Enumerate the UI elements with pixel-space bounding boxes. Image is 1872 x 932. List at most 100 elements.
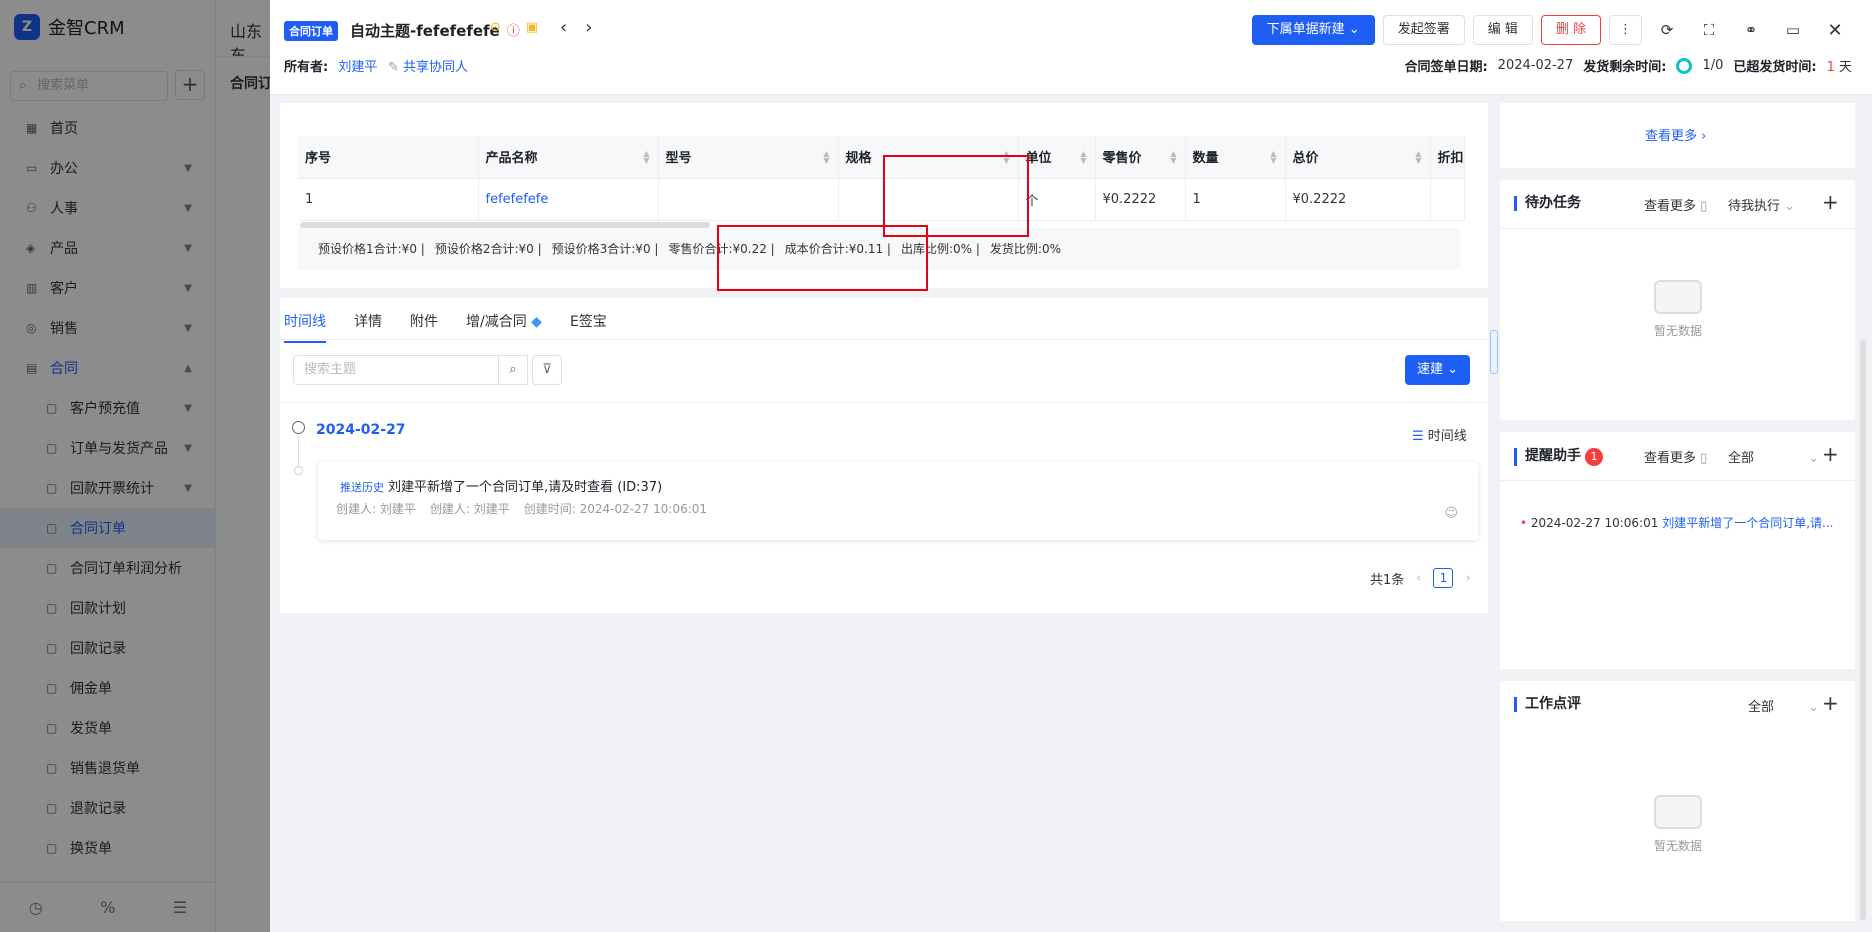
edit-button[interactable]: 编 辑	[1472, 15, 1533, 45]
page-scrollbar[interactable]	[1860, 340, 1866, 920]
next-record-icon[interactable]: ›	[585, 17, 592, 38]
cell-quantity: 1	[1185, 178, 1286, 221]
todo-filter-select[interactable]: 待我执行 ⌄	[1728, 195, 1795, 214]
book-icon: ▯	[1700, 451, 1708, 466]
alert-icon[interactable]: ⓘ	[507, 20, 520, 39]
tab-bar: 时间线 详情 附件 增/减合同 ◆ E签宝	[284, 311, 607, 343]
dock-icon[interactable]: ▭	[1776, 21, 1810, 39]
timeline-card	[280, 298, 1488, 613]
tab-details[interactable]: 详情	[354, 311, 382, 343]
timeline-view-toggle[interactable]: ☰ 时间线	[1412, 425, 1467, 444]
collapse-handle[interactable]	[1490, 330, 1498, 374]
empty-box-icon	[1654, 280, 1702, 314]
cell-retail-price: ¥0.2222	[1095, 178, 1186, 221]
chevron-down-icon: ⌄	[1808, 700, 1820, 715]
overdue-unit: 天	[1838, 60, 1852, 75]
col-header[interactable]: 折扣	[1430, 136, 1465, 179]
review-filter-label: 全部	[1748, 700, 1775, 715]
prev-page-icon[interactable]: ‹	[1416, 571, 1421, 586]
review-filter-select[interactable]: 全部 ⌄	[1748, 696, 1819, 715]
record-title: 自动主题-fefefefefe	[350, 22, 500, 40]
drawer-header: 合同订单 自动主题-fefefefefe ⊙ ⓘ ▣ ‹ › 所有者: 刘建平 …	[270, 0, 1872, 95]
todo-title: 待办任务	[1514, 196, 1581, 211]
col-header[interactable]: 序号	[298, 136, 479, 179]
next-page-icon[interactable]: ›	[1465, 571, 1470, 586]
star-icon[interactable]: ⊙	[490, 20, 501, 39]
product-table: 序号 产品名称 ▲ ▼ 型号 ▲ ▼ 规格 ▲ ▼ 单位 ▲ ▼ 零售价 ▲ ▼ 数量 ▲ ▼ 总价 ▲ ▼…	[298, 136, 1465, 221]
entry-creator: 创建人: 刘建平	[429, 502, 510, 516]
reminder-filter-select[interactable]: 全部 ⌄	[1728, 447, 1819, 466]
emoji-icon[interactable]: ☺	[1444, 506, 1458, 521]
owner-info: 所有者: 刘建平	[284, 56, 377, 75]
start-sign-button[interactable]: 发起签署	[1382, 15, 1465, 45]
owner-link[interactable]: 刘建平	[338, 60, 377, 75]
todo-more-label: 查看更多	[1644, 199, 1697, 214]
todo-view-more[interactable]: 查看更多 ▯	[1644, 195, 1707, 214]
cell-product-name-link[interactable]: fefefefefe	[478, 178, 659, 221]
reminder-view-more[interactable]: 查看更多 ▯	[1644, 447, 1707, 466]
quick-create-label: 速建	[1417, 362, 1444, 377]
bullet-icon: •	[1520, 516, 1528, 530]
record-type-tag: 合同订单	[284, 21, 338, 41]
filter-icon[interactable]: ⊽	[532, 355, 562, 385]
share-collaborators-link[interactable]: ✎ 共享协同人	[388, 56, 468, 75]
note-icon[interactable]: ▣	[526, 20, 538, 39]
cell-index: 1	[298, 178, 479, 221]
col-header-label: 折扣	[1437, 151, 1464, 167]
add-review-icon[interactable]: +	[1822, 691, 1839, 715]
search-icon[interactable]: ⌕	[498, 355, 528, 385]
summary-row: 预设价格1合计:¥0 | 预设价格2合计:¥0 | 预设价格3合计:¥0 | 零…	[318, 240, 1061, 257]
sort-icon[interactable]: ▲ ▼	[823, 150, 829, 165]
new-sub-record-label: 下属单据新建	[1266, 22, 1345, 37]
sign-date-value: 2024-02-27	[1497, 58, 1574, 73]
tab-contract-change[interactable]: 增/减合同 ◆	[466, 311, 542, 343]
review-title: 工作点评	[1514, 697, 1581, 712]
entry-text: 刘建平新增了一个合同订单,请及时查看 (ID:37)	[388, 480, 663, 495]
timeline-entry[interactable]: 推送历史 刘建平新增了一个合同订单,请及时查看 (ID:37) 创建人: 刘建平 …	[318, 462, 1478, 540]
reminder-time: 2024-02-27 10:06:01	[1530, 516, 1659, 530]
tab-attachments[interactable]: 附件	[410, 311, 438, 343]
reminder-item[interactable]: • 2024-02-27 10:06:01 刘建平新增了一个合同订单,请...	[1520, 514, 1833, 531]
summary-item: 预设价格2合计:¥0 |	[434, 242, 542, 256]
refresh-icon[interactable]: ⟳	[1650, 21, 1684, 39]
col-header[interactable]: 数量 ▲ ▼	[1185, 136, 1286, 179]
sort-icon[interactable]: ▲ ▼	[1270, 150, 1276, 165]
col-header[interactable]: 产品名称 ▲ ▼	[478, 136, 659, 179]
reminder-card: 提醒助手 1 查看更多 ▯ 全部 ⌄ + • 2024-02-27 10:06:0…	[1500, 432, 1855, 669]
timeline-search-input[interactable]: 搜索主题	[293, 355, 499, 385]
delete-button[interactable]: 删 除	[1540, 15, 1601, 45]
entry-title: 推送历史 刘建平新增了一个合同订单,请及时查看 (ID:37)	[340, 476, 662, 495]
empty-box-icon	[1654, 795, 1702, 829]
review-card: 工作点评 全部 ⌄ + 暂无数据	[1500, 681, 1855, 921]
tab-timeline[interactable]: 时间线	[284, 311, 326, 343]
col-header[interactable]: 单位 ▲ ▼	[1018, 136, 1096, 179]
chevron-down-icon: ⌄	[1348, 22, 1360, 37]
col-header-label: 数量	[1192, 151, 1219, 167]
cell-discount	[1430, 178, 1465, 221]
tab-esign[interactable]: E签宝	[570, 311, 607, 343]
pagination: 共1条 ‹ 1 ›	[1370, 568, 1471, 588]
sort-icon[interactable]: ▲ ▼	[1170, 150, 1176, 165]
more-options-icon[interactable]: ⋮	[1609, 15, 1642, 45]
reminder-more-label: 查看更多	[1644, 451, 1697, 466]
sort-icon[interactable]: ▲ ▼	[1415, 150, 1421, 165]
prev-record-icon[interactable]: ‹	[560, 17, 567, 38]
review-empty-state: 暂无数据	[1648, 795, 1708, 854]
view-more-link[interactable]: 查看更多 ›	[1645, 125, 1706, 144]
col-header[interactable]: 零售价 ▲ ▼	[1095, 136, 1186, 179]
quick-create-button[interactable]: 速建 ⌄	[1405, 355, 1471, 385]
add-reminder-icon[interactable]: +	[1822, 442, 1839, 466]
sort-icon[interactable]: ▲ ▼	[1080, 150, 1086, 165]
link-icon[interactable]: ⚭	[1734, 21, 1768, 39]
fullscreen-icon[interactable]: ⛶	[1692, 21, 1726, 39]
col-header-label: 规格	[845, 151, 872, 167]
header-actions: 下属单据新建 ⌄ 发起签署 编 辑 删 除 ⋮ ⟳ ⛶ ⚭ ▭ ✕	[1251, 15, 1852, 45]
sort-icon[interactable]: ▲ ▼	[643, 150, 649, 165]
page-number[interactable]: 1	[1433, 568, 1454, 588]
col-header[interactable]: 型号 ▲ ▼	[658, 136, 839, 179]
add-todo-icon[interactable]: +	[1822, 190, 1839, 214]
cell-total: ¥0.2222	[1285, 178, 1431, 221]
close-icon[interactable]: ✕	[1818, 20, 1852, 41]
new-sub-record-button[interactable]: 下属单据新建 ⌄	[1251, 15, 1375, 45]
col-header[interactable]: 总价 ▲ ▼	[1285, 136, 1431, 179]
